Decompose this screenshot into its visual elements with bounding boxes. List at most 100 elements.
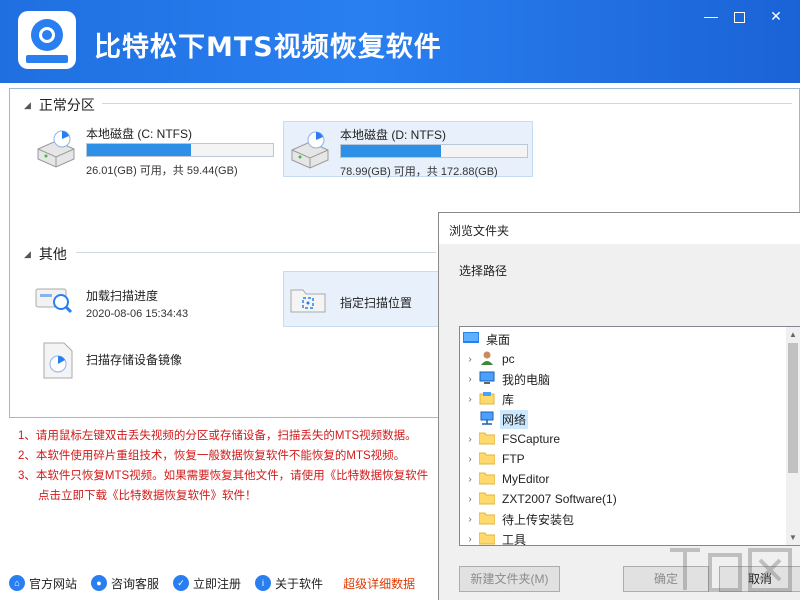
section-divider — [102, 103, 792, 104]
expand-chevron-icon[interactable]: › — [464, 394, 476, 405]
disk-card-c[interactable]: 本地磁盘 (C: NTFS) 26.01(GB) 可用，共 59.44(GB) — [30, 121, 280, 177]
tree-node-label: 库 — [502, 392, 515, 407]
folder-icon — [476, 531, 500, 546]
download-link-note[interactable]: 点击立即下载《比特数据恢复软件》软件！ — [18, 486, 428, 506]
scan-device-image-label: 扫描存储设备镜像 — [86, 353, 183, 367]
expand-chevron-icon[interactable]: › — [464, 494, 476, 505]
expand-chevron-icon[interactable]: › — [464, 474, 476, 485]
other-section-header[interactable]: ◢ 其他 — [24, 244, 67, 264]
about-button[interactable]: i 关于软件 — [255, 575, 323, 592]
app-title: 比特松下MTS视频恢复软件 — [94, 32, 442, 63]
note-line-3: 3、本软件只恢复MTS视频。如果需要恢复其他文件，请使用《比特数据恢复软件 — [18, 470, 429, 482]
desktop-icon — [460, 331, 484, 348]
tree-scrollbar[interactable]: ▲ ▼ — [786, 327, 800, 545]
folder-icon — [476, 431, 500, 448]
specify-scan-location-item[interactable]: 指定扫描位置 — [283, 271, 443, 327]
expand-chevron-icon[interactable]: › — [464, 534, 476, 545]
expand-chevron-icon[interactable]: › — [464, 434, 476, 445]
dialog-prompt: 选择路径 — [459, 264, 508, 278]
tree-node-label: MyEditor — [502, 472, 550, 486]
folder-tree[interactable]: ▲ ▼ 桌面 › pc › 我的电脑 › 库网络 › FSCapture › FTP › MyEdito… — [459, 326, 800, 546]
disk-name: 本地磁盘 (C: NTFS) — [86, 127, 192, 141]
watermark-logo-icon — [670, 548, 792, 592]
about-label: 关于软件 — [275, 576, 324, 591]
maximize-icon — [733, 11, 745, 23]
expand-chevron-icon[interactable]: › — [464, 514, 476, 525]
app-logo-icon — [18, 11, 76, 69]
support-button[interactable]: ● 咨询客服 — [91, 575, 159, 592]
tree-node[interactable]: › MyEditor — [464, 469, 551, 489]
website-button[interactable]: ⌂ 官方网站 — [9, 575, 77, 592]
tree-node[interactable]: 网络 — [464, 409, 529, 429]
bottom-bar: ⌂ 官方网站 ● 咨询客服 ✓ 立即注册 i 关于软件 超级详细数据 — [9, 570, 439, 596]
disk-usage-bar — [86, 143, 274, 157]
section-divider — [76, 252, 436, 253]
expand-chevron-icon[interactable]: › — [464, 354, 476, 365]
specify-scan-location-label: 指定扫描位置 — [340, 296, 413, 310]
tree-node[interactable]: › 我的电脑 — [464, 369, 552, 389]
new-folder-button[interactable]: 新建文件夹(M) — [459, 566, 560, 592]
collapse-triangle-icon: ◢ — [24, 248, 31, 259]
tree-node-label: FTP — [502, 452, 525, 466]
instructions-notes: 1、请用鼠标左键双击丢失视频的分区或存储设备，扫描丢失的MTS视频数据。 2、本… — [18, 426, 428, 506]
folder-icon — [476, 471, 500, 488]
disk-usage-fill — [87, 144, 192, 156]
tutorial-link[interactable]: 超级详细数据 — [343, 575, 415, 592]
hard-drive-icon — [291, 131, 329, 169]
scan-device-image-item[interactable]: 扫描存储设备镜像 — [30, 334, 280, 390]
tree-node-label: 工具 — [502, 532, 527, 546]
disk-space-info: 26.01(GB) 可用，共 59.44(GB) — [86, 165, 238, 177]
expand-chevron-icon[interactable]: › — [464, 374, 476, 385]
tree-node-label: ZXT2007 Software(1) — [502, 492, 617, 506]
note-line-1: 1、请用鼠标左键双击丢失视频的分区或存储设备，扫描丢失的MTS视频数据。 — [18, 430, 417, 442]
disk-image-file-icon — [43, 342, 73, 379]
close-button[interactable]: ✕ — [765, 6, 787, 26]
tree-node[interactable]: › pc — [464, 349, 517, 369]
partitions-section-label: 正常分区 — [38, 97, 95, 113]
disk-card-d[interactable]: 本地磁盘 (D: NTFS) 78.99(GB) 可用，共 172.88(GB) — [283, 121, 533, 178]
library-icon — [476, 391, 500, 408]
tree-node-label: pc — [502, 352, 515, 366]
folder-icon — [476, 451, 500, 468]
partitions-section-header[interactable]: ◢ 正常分区 — [24, 95, 95, 115]
info-icon: i — [255, 575, 272, 591]
computer-icon — [476, 371, 500, 388]
disk-usage-fill — [341, 145, 442, 157]
tree-node[interactable]: 桌面 — [460, 329, 512, 349]
title-bar: 比特松下MTS视频恢复软件 — ✕ — [0, 0, 800, 83]
tree-node[interactable]: › 库 — [464, 389, 516, 409]
collapse-triangle-icon: ◢ — [24, 99, 31, 110]
home-icon: ⌂ — [9, 575, 25, 591]
scrollbar-thumb[interactable] — [788, 343, 798, 473]
tree-node[interactable]: › FSCapture — [464, 429, 562, 449]
chat-icon: ● — [91, 575, 108, 591]
tree-node-label: 网络 — [500, 409, 529, 429]
expand-chevron-icon[interactable]: › — [464, 454, 476, 465]
disk-usage-bar — [340, 144, 528, 158]
tree-node[interactable]: › ZXT2007 Software(1) — [464, 489, 619, 509]
load-scan-progress-label: 加载扫描进度 — [86, 289, 159, 303]
folder-scan-icon — [290, 289, 326, 313]
scroll-up-icon[interactable]: ▲ — [789, 330, 797, 339]
register-button[interactable]: ✓ 立即注册 — [173, 575, 241, 592]
tree-node[interactable]: › 待上传安装包 — [464, 509, 576, 529]
scan-progress-icon — [35, 288, 73, 314]
tree-node-label: 桌面 — [486, 332, 511, 347]
tree-node[interactable]: › 工具 — [464, 529, 528, 546]
tree-node-label: 待上传安装包 — [502, 512, 575, 527]
note-line-2: 2、本软件使用碎片重组技术，恢复一般数据恢复软件不能恢复的MTS视频。 — [18, 450, 406, 462]
folder-icon — [476, 491, 500, 508]
minimize-button[interactable]: — — [700, 6, 722, 26]
dialog-title: 浏览文件夹 — [439, 213, 800, 244]
tree-node[interactable]: › FTP — [464, 449, 527, 469]
other-section-label: 其他 — [38, 246, 67, 262]
load-scan-progress-item[interactable]: 加载扫描进度 2020-08-06 15:34:43 — [30, 271, 280, 327]
hard-drive-icon — [37, 130, 75, 168]
disk-name: 本地磁盘 (D: NTFS) — [340, 128, 446, 142]
register-icon: ✓ — [173, 575, 190, 591]
folder-icon — [476, 511, 500, 528]
register-label: 立即注册 — [193, 576, 242, 591]
tree-node-label: 我的电脑 — [502, 372, 551, 387]
maximize-button[interactable] — [728, 6, 750, 26]
website-label: 官方网站 — [29, 576, 78, 591]
